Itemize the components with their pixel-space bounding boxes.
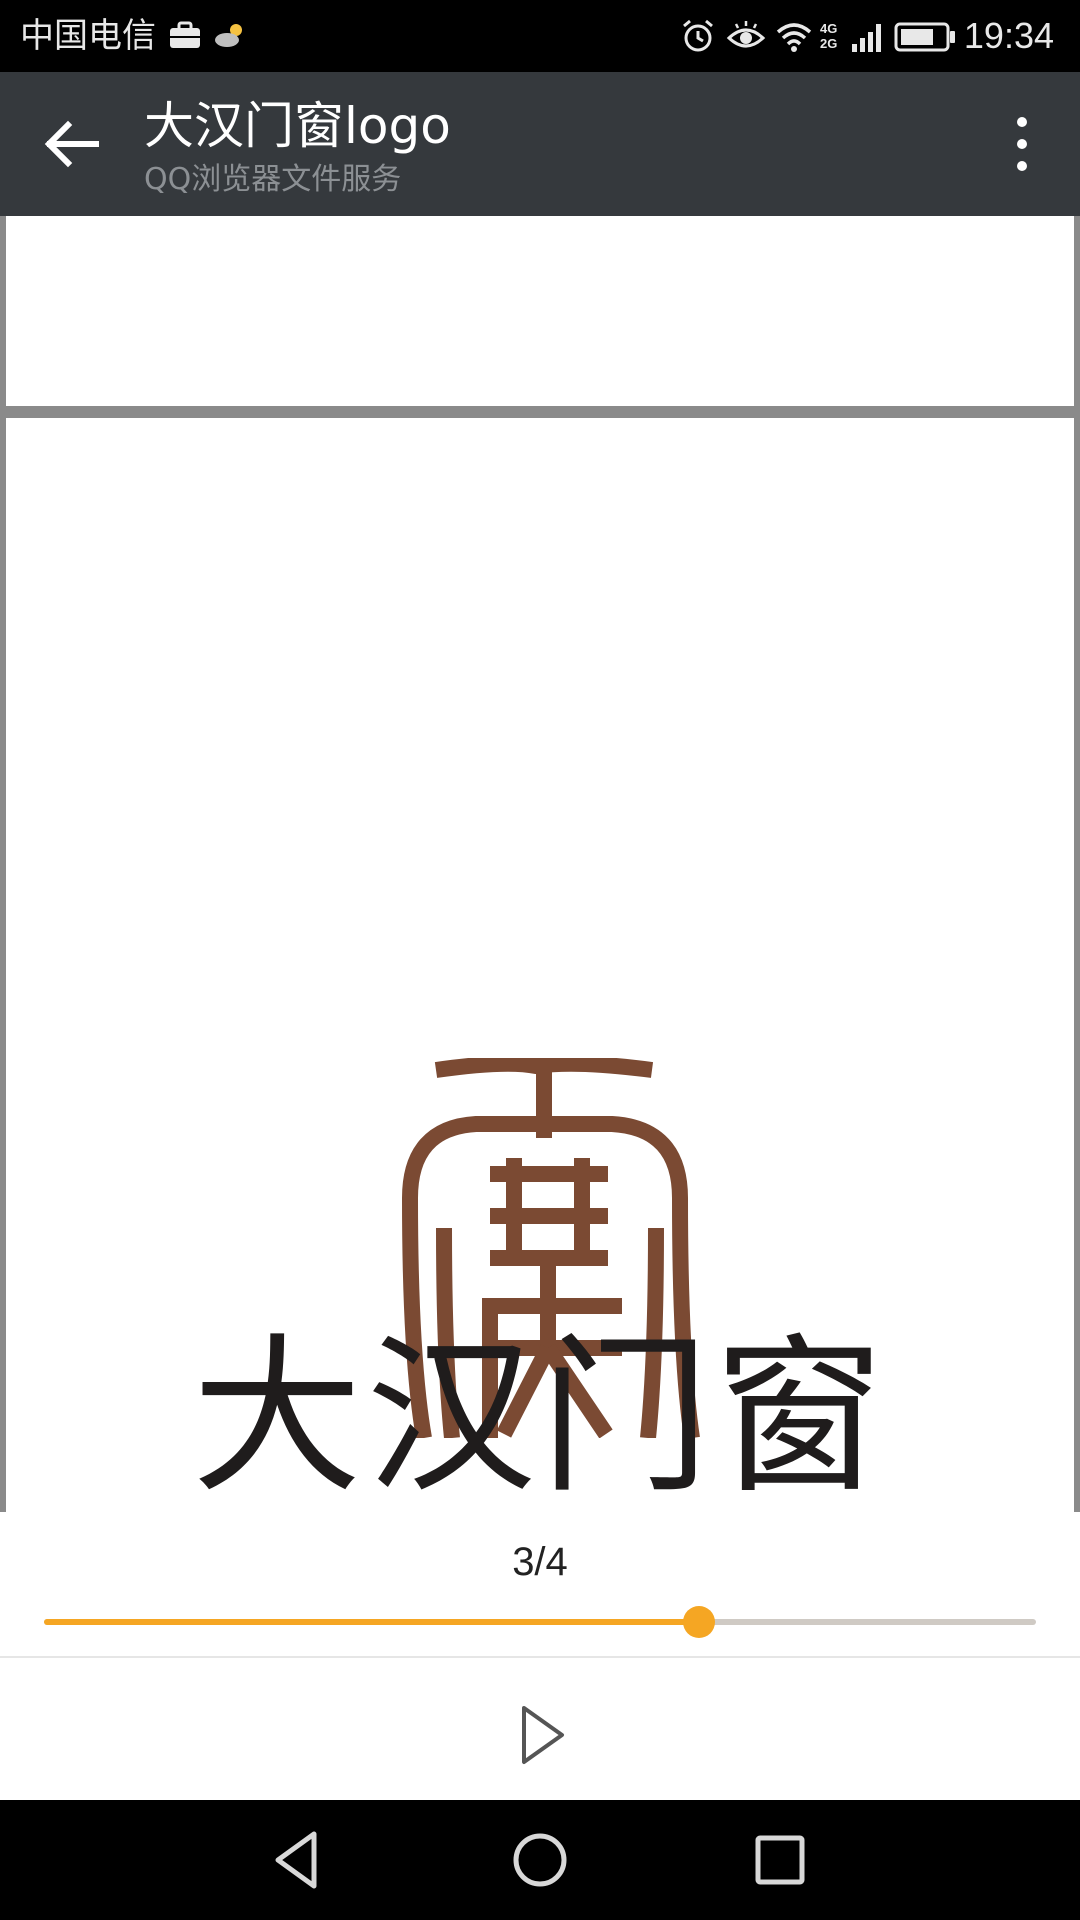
previous-page xyxy=(6,216,1074,406)
eye-comfort-icon xyxy=(726,21,766,48)
status-bar: 中国电信 4G 2G 19:34 xyxy=(0,0,1080,72)
document-viewer[interactable]: 大汉门窗 xyxy=(0,216,1080,1512)
slider-thumb[interactable] xyxy=(682,1606,715,1638)
nav-back-icon[interactable] xyxy=(262,1822,338,1898)
navigation-bar xyxy=(0,1800,1080,1920)
page-title: 大汉门窗logo xyxy=(144,97,451,155)
carrier-name: 中国电信 xyxy=(20,16,156,56)
divider xyxy=(0,1656,1080,1658)
wifi-icon xyxy=(776,23,812,52)
page-subtitle: QQ浏览器文件服务 xyxy=(144,162,402,197)
page-slider[interactable] xyxy=(44,1606,1036,1638)
briefcase-icon xyxy=(170,21,200,48)
nav-recents-icon[interactable] xyxy=(742,1822,818,1898)
app-bar: 大汉门窗logo QQ浏览器文件服务 xyxy=(0,72,1080,216)
more-vertical-icon[interactable] xyxy=(994,108,1050,180)
alarm-icon xyxy=(683,19,713,52)
pager-controls: 3/4 xyxy=(0,1512,1080,1800)
play-icon[interactable] xyxy=(500,1690,580,1780)
nav-home-icon[interactable] xyxy=(502,1822,578,1898)
status-time: 19:34 xyxy=(963,15,1054,56)
page-indicator: 3/4 xyxy=(512,1540,568,1584)
slider-progress xyxy=(44,1619,699,1625)
battery-icon xyxy=(894,22,955,52)
arrow-left-icon[interactable] xyxy=(36,108,108,180)
logo-wordmark: 大汉门窗 xyxy=(191,1319,888,1512)
current-page: 大汉门窗 xyxy=(6,418,1074,1512)
network-type-label: 4G 2G xyxy=(820,21,838,51)
signal-icon xyxy=(852,24,881,52)
weather-cloud-icon xyxy=(215,24,242,47)
